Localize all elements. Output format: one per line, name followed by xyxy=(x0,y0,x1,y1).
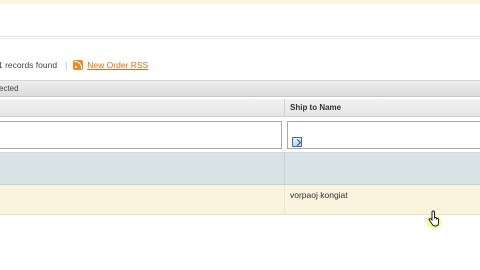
table-row[interactable] xyxy=(0,185,480,215)
pointer-hand-icon xyxy=(426,210,442,229)
column-divider xyxy=(284,99,285,117)
grid-toolbar: 1 records found | New Order RSS xyxy=(0,58,148,72)
grid-filter-row xyxy=(0,117,480,153)
filter-input-previous-column[interactable] xyxy=(0,121,282,149)
selected-count-text: ected xyxy=(0,84,19,93)
calendar-icon[interactable] xyxy=(292,137,302,147)
column-header-ship-to-name[interactable]: Ship to Name xyxy=(290,103,341,112)
records-found-text: 1 records found xyxy=(0,60,58,70)
divider-line xyxy=(0,38,480,39)
toolbar-separator: | xyxy=(65,60,68,70)
grid-empty-row xyxy=(0,153,480,185)
new-order-rss-link[interactable]: New Order RSS xyxy=(87,60,148,70)
massaction-bar: ected xyxy=(0,80,480,97)
column-divider xyxy=(284,153,285,185)
filter-input-ship-to-name[interactable] xyxy=(287,121,480,149)
header-area xyxy=(0,4,480,37)
grid-headings-row: Ship to Name xyxy=(0,99,480,117)
cell-ship-to-name[interactable]: vorpaoj kongiat xyxy=(290,190,348,200)
column-divider xyxy=(284,185,285,215)
rss-icon[interactable] xyxy=(73,60,84,70)
order-grid-page: 1 records found | New Order RSS ected Sh… xyxy=(0,0,480,270)
